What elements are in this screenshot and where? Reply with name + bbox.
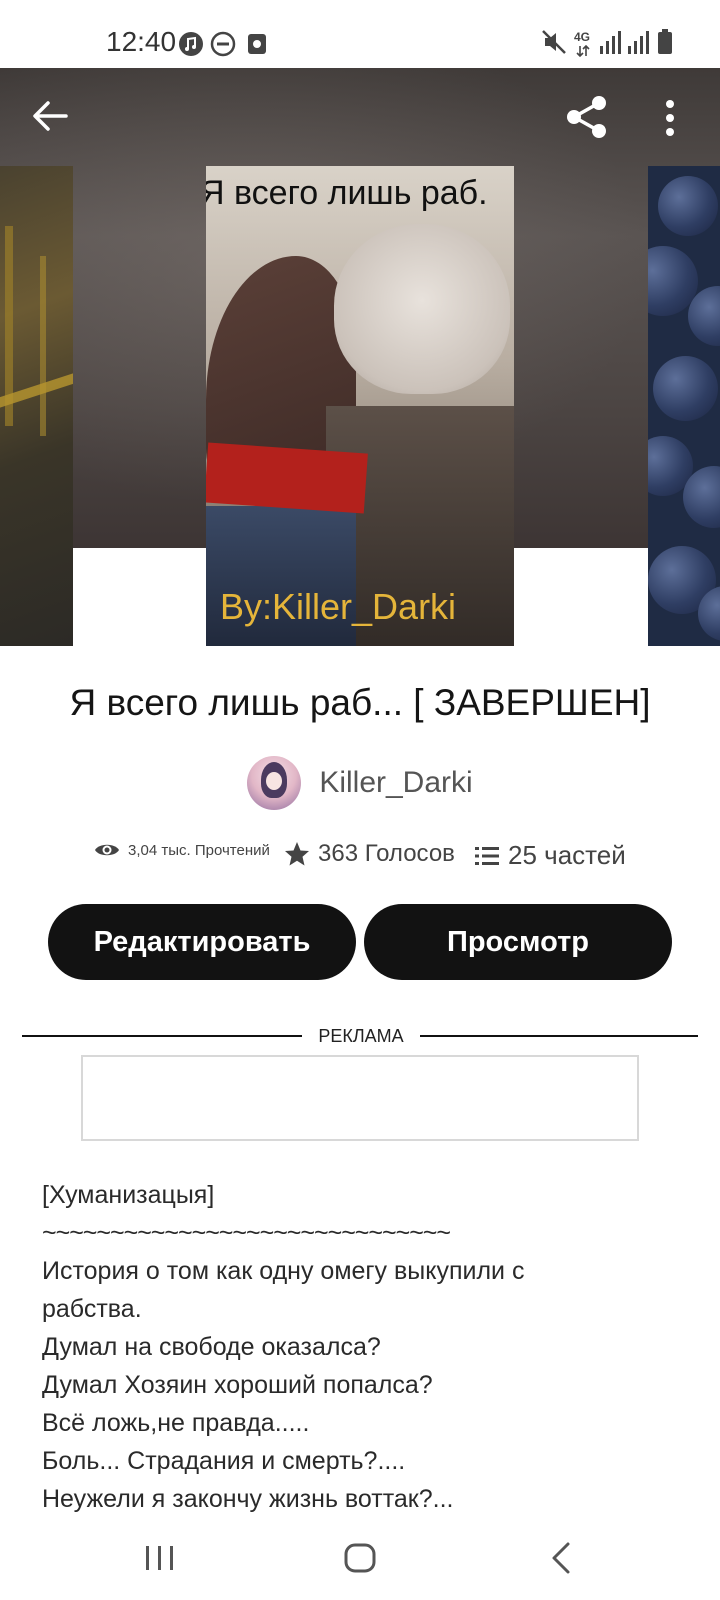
parts-count: 25 частей xyxy=(508,840,626,870)
share-icon[interactable] xyxy=(564,94,610,140)
author-avatar[interactable] xyxy=(247,756,302,810)
system-nav-bar xyxy=(0,1516,720,1600)
screenshot-icon xyxy=(248,34,266,54)
cover-author-text: By:Killer_Darki xyxy=(220,586,457,627)
mute-icon xyxy=(542,30,566,54)
signal-icon-2 xyxy=(628,31,649,54)
votes-count: 363 Голосов xyxy=(318,840,455,867)
eye-icon xyxy=(95,844,119,856)
signal-icon xyxy=(600,31,621,54)
description-line: Думал Хозяин хороший попалса? xyxy=(42,1371,433,1399)
recent-apps-icon[interactable] xyxy=(140,1538,180,1578)
back-icon[interactable] xyxy=(28,94,72,138)
dnd-icon xyxy=(210,31,236,57)
cover-art-face xyxy=(334,224,510,394)
network-type-label: 4G xyxy=(574,30,591,44)
previous-story-cover[interactable] xyxy=(0,166,73,646)
list-icon xyxy=(475,846,499,865)
description-line: Думал на свободе оказалса? xyxy=(42,1333,381,1361)
cover-art-scarf xyxy=(206,442,368,514)
ad-divider-left xyxy=(22,1035,302,1037)
story-title: Я всего лишь раб... [ ЗАВЕРШЕН] xyxy=(69,682,651,723)
reads-stat: 3,04 тыс. Прочтений xyxy=(94,840,270,860)
story-description: [Хуманизацыя] ~~~~~~~~~~~~~~~~~~~~~~~~~~… xyxy=(42,1176,682,1518)
author-name[interactable]: Killer_Darki xyxy=(319,766,472,800)
author-row[interactable]: Killer_Darki xyxy=(0,755,720,811)
music-icon xyxy=(179,32,203,56)
next-story-cover[interactable] xyxy=(648,166,720,646)
view-button[interactable]: Просмотр xyxy=(364,904,672,980)
cover-title-text: Я всего лишь раб. xyxy=(206,174,488,212)
star-icon xyxy=(285,842,309,866)
data-arrows-icon xyxy=(576,44,590,58)
ad-label: РЕКЛАМА xyxy=(318,1026,404,1046)
reads-count: 3,04 тыс. Прочтений xyxy=(128,841,270,859)
status-bar: 12:40 4G xyxy=(0,0,720,68)
description-line: [Хуманизацыя] xyxy=(42,1181,215,1209)
status-time: 12:40 xyxy=(106,26,177,57)
battery-icon xyxy=(658,29,672,54)
ad-divider-right xyxy=(420,1035,698,1037)
story-cover-image[interactable]: Я всего лишь раб. By:Killer_Darki xyxy=(206,166,514,646)
story-stats: 3,04 тыс. Прочтений 363 Голосов 25 часте… xyxy=(0,840,720,880)
description-line: Боль... Страдания и смерть?.... xyxy=(42,1447,406,1475)
edit-button[interactable]: Редактировать xyxy=(48,904,356,980)
back-nav-icon[interactable] xyxy=(542,1538,582,1578)
parts-stat: 25 частей xyxy=(474,840,626,871)
votes-stat: 363 Голосов xyxy=(284,840,455,868)
description-line: Всё ложь,не правда..... xyxy=(42,1409,310,1437)
description-line: Неужели я закончу жизнь воттак?... xyxy=(42,1485,454,1513)
description-line: ~~~~~~~~~~~~~~~~~~~~~~~~~~~~~~ xyxy=(42,1219,451,1247)
home-icon[interactable] xyxy=(340,1538,380,1578)
description-line: рабства. xyxy=(42,1295,142,1323)
story-details-screen: 12:40 4G Я всего лишь раб. By:Killer_Dar… xyxy=(0,0,720,1600)
description-line: История о том как одну омегу выкупили с xyxy=(42,1257,525,1285)
more-vertical-icon[interactable] xyxy=(660,96,680,140)
ad-slot[interactable] xyxy=(81,1055,639,1141)
